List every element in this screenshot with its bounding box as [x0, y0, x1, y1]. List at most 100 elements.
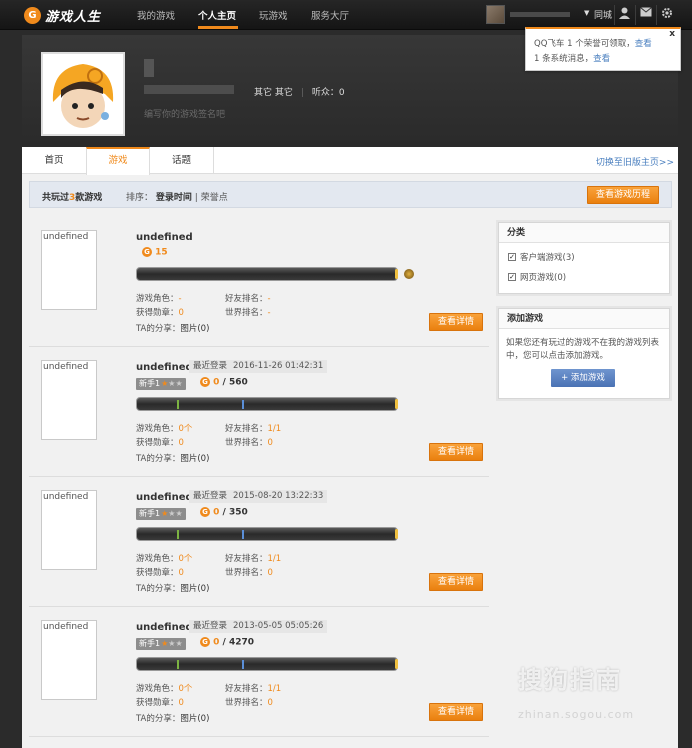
profile-avatar[interactable]: [41, 52, 125, 136]
switch-old-home-link[interactable]: 切换至旧版主页>>: [596, 155, 674, 168]
filter-client-games[interactable]: ✓ 客户端游戏(3): [508, 251, 669, 263]
add-game-title: 添加游戏: [499, 309, 669, 329]
tab-home[interactable]: 首页: [22, 147, 86, 174]
checkbox-checked[interactable]: ✓: [508, 253, 516, 261]
view-game-history-button[interactable]: 查看游戏历程: [587, 186, 659, 204]
add-game-button[interactable]: + 添加游戏: [551, 369, 615, 387]
progress-marker: [177, 660, 179, 669]
profile-signature[interactable]: 编写你的游戏签名吧: [144, 107, 225, 120]
site-logo[interactable]: G 游戏人生: [24, 6, 101, 25]
game-name[interactable]: undefined: [136, 622, 193, 633]
sort-separator: |: [194, 193, 198, 203]
game-list-item: undefined undefined 最近登录 2016-11-26 01:42…: [29, 347, 489, 477]
world-rank-info: 世界排名：0: [225, 438, 273, 448]
progress-bar: [136, 267, 398, 281]
share-info: TA的分享：图片(0): [136, 584, 210, 594]
checkbox-checked[interactable]: ✓: [508, 273, 516, 281]
nav-play-games[interactable]: 玩游戏: [259, 8, 288, 22]
rank-badge: 新手1★★★: [136, 378, 186, 390]
last-login: 最近登录 2013-05-05 05:05:26: [189, 620, 328, 633]
share-info: TA的分享：图片(0): [136, 324, 210, 334]
view-detail-button[interactable]: 查看详情: [429, 573, 483, 591]
star-rating: ★★★: [161, 509, 183, 518]
coin-icon: G: [200, 377, 210, 387]
sort-by-login-time[interactable]: 登录时间: [156, 193, 192, 203]
friend-rank-info: 好友排名：-: [225, 294, 271, 304]
medal-info: 获得勋章：0: [136, 308, 184, 318]
coin-icon: G: [142, 247, 152, 257]
gear-icon[interactable]: [661, 7, 673, 22]
sort-by-honor[interactable]: 荣誉点: [201, 193, 228, 203]
view-detail-button[interactable]: 查看详情: [429, 703, 483, 721]
medal-icon[interactable]: [404, 269, 414, 279]
last-login: 最近登录 2015-08-20 13:22:33: [189, 490, 328, 503]
game-score: G 15: [142, 247, 168, 258]
view-detail-button[interactable]: 查看详情: [429, 443, 483, 461]
rank-badge: 新手1★★★: [136, 508, 186, 520]
top-nav-bar: G 游戏人生 我的游戏 个人主页 玩游戏 服务大厅 ▼ 同城: [0, 0, 692, 30]
share-images-link[interactable]: 图片(0): [180, 454, 209, 464]
profile-tags: 其它 其它: [254, 88, 293, 98]
medal-info: 获得勋章：0: [136, 568, 184, 578]
user-icon[interactable]: [619, 7, 630, 22]
friend-rank-info: 好友排名：1/1: [225, 684, 282, 694]
game-list-item: undefined undefined 最近登录 2013-05-05 05:05…: [29, 607, 489, 737]
mail-icon[interactable]: [640, 7, 652, 20]
world-rank-info: 世界排名：-: [225, 308, 271, 318]
main-panel: 其它 其它 | 听众：0 编写你的游戏签名吧 首页 游戏 话题 切换至旧版主页>> …: [22, 35, 678, 748]
progress-bar: [136, 397, 398, 411]
view-honor-link[interactable]: 查看: [635, 39, 652, 49]
user-name-blurred[interactable]: [510, 12, 570, 17]
view-message-link[interactable]: 查看: [593, 54, 610, 64]
fans-count[interactable]: 听众：0: [312, 88, 345, 98]
view-detail-button[interactable]: 查看详情: [429, 313, 483, 331]
tab-games[interactable]: 游戏: [86, 147, 150, 175]
divider: [635, 5, 636, 25]
share-info: TA的分享：图片(0): [136, 454, 210, 464]
friend-rank-info: 好友排名：1/1: [225, 424, 282, 434]
share-images-link[interactable]: 图片(0): [180, 714, 209, 724]
game-name[interactable]: undefined: [136, 362, 193, 373]
progress-bar: [136, 657, 398, 671]
profile-meta: 其它 其它 | 听众：0: [254, 85, 345, 98]
sort-label: 排序：: [126, 193, 154, 203]
profile-tabs: 首页 游戏 话题 切换至旧版主页>>: [22, 147, 678, 175]
nav-home-page[interactable]: 个人主页: [198, 8, 236, 22]
divider: [656, 5, 657, 25]
game-image[interactable]: undefined: [41, 620, 97, 700]
game-image[interactable]: undefined: [41, 230, 97, 310]
progress-marker: [177, 400, 179, 409]
honor-notice: QQ飞车 1 个荣誉可领取，查看: [534, 39, 652, 49]
tab-topics[interactable]: 话题: [150, 147, 214, 174]
city-link[interactable]: 同城: [594, 8, 612, 21]
close-icon[interactable]: x: [669, 29, 675, 39]
share-info: TA的分享：图片(0): [136, 714, 210, 724]
progress-marker: [242, 400, 244, 409]
nav-my-games[interactable]: 我的游戏: [137, 8, 175, 22]
game-name[interactable]: undefined: [136, 232, 193, 243]
share-images-link[interactable]: 图片(0): [180, 324, 209, 334]
divider: |: [300, 88, 304, 98]
progress-marker: [242, 660, 244, 669]
progress-marker: [177, 530, 179, 539]
coin-icon: G: [200, 507, 210, 517]
progress-bar: [136, 527, 398, 541]
role-info: 游戏角色：0个: [136, 684, 193, 694]
game-image[interactable]: undefined: [41, 490, 97, 570]
watermark-url: zhinan.sogou.com: [518, 708, 635, 721]
star-rating: ★★★: [161, 379, 183, 388]
friend-rank-info: 好友排名：1/1: [225, 554, 282, 564]
progress-end: [395, 529, 398, 539]
role-info: 游戏角色：0个: [136, 424, 193, 434]
game-name[interactable]: undefined: [136, 492, 193, 503]
filter-web-games[interactable]: ✓ 网页游戏(0): [508, 271, 669, 283]
progress-end: [395, 269, 398, 279]
star-rating: ★★★: [161, 639, 183, 648]
share-images-link[interactable]: 图片(0): [180, 584, 209, 594]
dropdown-arrow-icon[interactable]: ▼: [584, 9, 589, 17]
world-rank-info: 世界排名：0: [225, 568, 273, 578]
add-game-panel: 添加游戏 如果您还有玩过的游戏不在我的游戏列表中，您可以点击添加游戏。 + 添加…: [498, 308, 670, 399]
nav-service-hall[interactable]: 服务大厅: [311, 8, 349, 22]
game-image[interactable]: undefined: [41, 360, 97, 440]
user-avatar[interactable]: [486, 5, 505, 24]
